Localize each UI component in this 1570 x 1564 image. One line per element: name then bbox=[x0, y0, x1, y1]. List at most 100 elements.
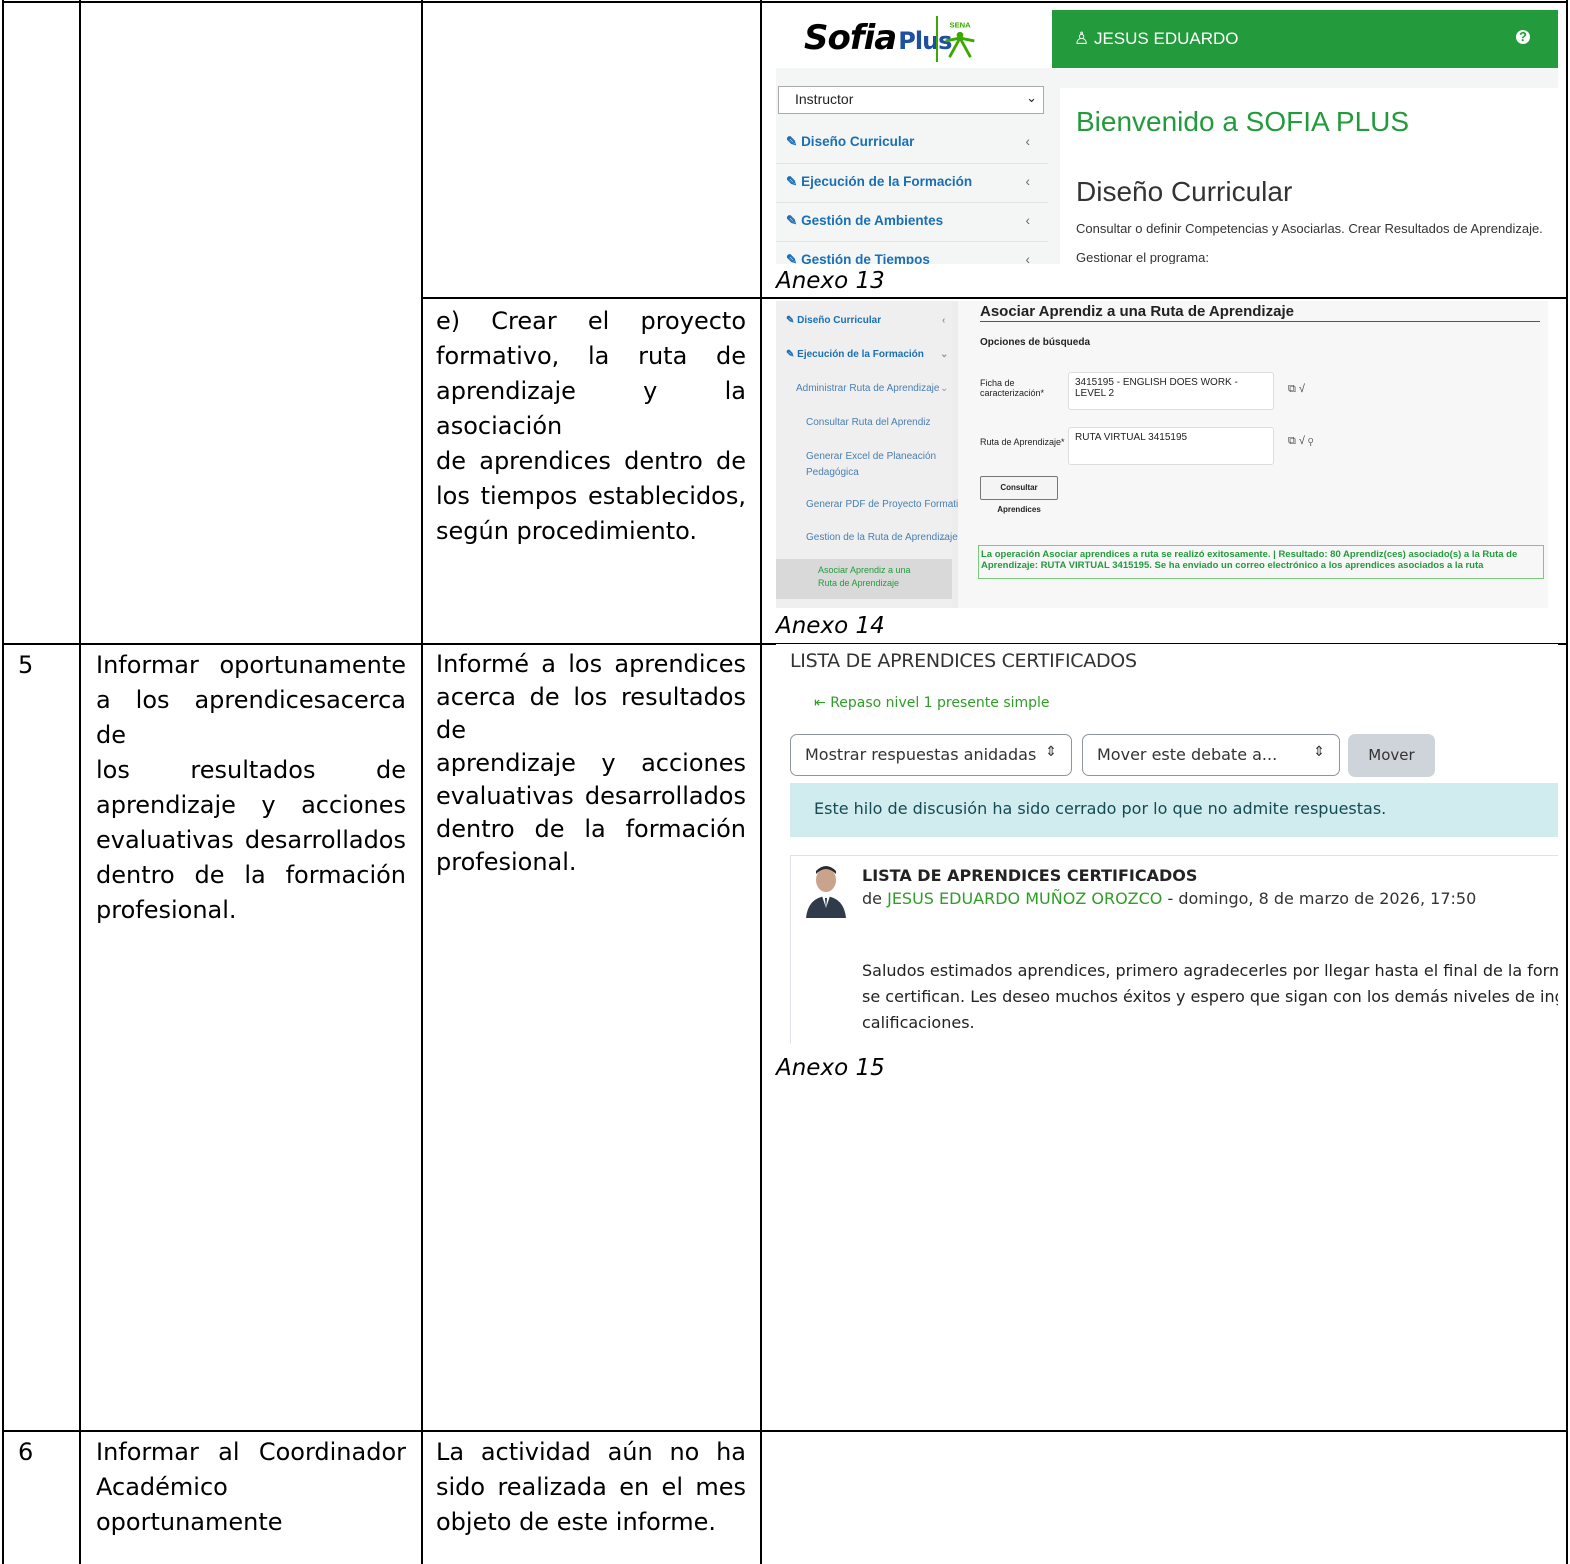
text-line: profesional. bbox=[436, 848, 577, 876]
anexo-13-screenshot: SofiaPlus SENA ♙ JESUS EDUARDO ? Instruc… bbox=[776, 10, 1558, 264]
chevron-left-icon: ‹ bbox=[1025, 213, 1031, 228]
display-mode-select[interactable]: Mostrar respuestas anidadas ⇕ bbox=[790, 734, 1072, 776]
role-select-value: Instructor bbox=[795, 91, 854, 107]
post-by-label: de bbox=[862, 889, 882, 908]
menu-item-ejecucion-formacion[interactable]: ✎ Ejecución de la Formación ‹ bbox=[776, 163, 1048, 201]
arrow-left-icon: ⇤ bbox=[814, 695, 831, 711]
sort-caret-icon: ⇕ bbox=[1045, 744, 1057, 760]
caption-anexo-15: Anexo 15 bbox=[776, 1055, 885, 1081]
help-icon[interactable]: ? bbox=[1516, 30, 1530, 44]
select-value: Mover este debate a... bbox=[1097, 745, 1278, 764]
text-line: La actividad aún no ha bbox=[436, 1438, 746, 1466]
post-author-link[interactable]: JESUS EDUARDO MUÑOZ OROZCO bbox=[887, 889, 1162, 908]
chevron-left-icon: ‹ bbox=[942, 315, 946, 326]
anexo-14-screenshot: ✎ Diseño Curricular ‹ ✎ Ejecución de la F… bbox=[776, 301, 1548, 608]
consultar-aprendices-button[interactable]: Consultar Aprendices bbox=[980, 476, 1058, 514]
table-col-divider-1 bbox=[79, 0, 81, 1564]
menu-item-label: Ejecución de la Formación bbox=[797, 349, 924, 360]
svg-text:SENA: SENA bbox=[949, 21, 971, 30]
text-line: Informar al Coordinador bbox=[96, 1438, 406, 1466]
menu-item-label: Ejecución de la Formación bbox=[801, 174, 973, 189]
search-icon[interactable]: ⚲ bbox=[1308, 435, 1313, 447]
menu-item-asociar-aprendiz-active[interactable]: Asociar Aprendiz a una Ruta de Aprendiza… bbox=[776, 559, 952, 599]
menu-item-generar-excel[interactable]: Generar Excel de Planeación Pedagógica bbox=[806, 449, 936, 481]
move-button[interactable]: Mover bbox=[1348, 734, 1435, 777]
sofia-plus-header-logo-area: SofiaPlus SENA bbox=[776, 10, 1052, 68]
edit-icon: ✎ bbox=[786, 213, 802, 228]
title-divider bbox=[980, 321, 1540, 322]
discussion-title: LISTA DE APRENDICES CERTIFICADOS bbox=[790, 650, 1137, 672]
subrow-divider bbox=[421, 297, 1568, 299]
menu-item-label: Consultar Ruta del Aprendiz bbox=[806, 417, 931, 428]
chevron-down-icon: ⌄ bbox=[940, 532, 949, 543]
text-line: objeto de este informe. bbox=[436, 1508, 717, 1536]
table-border-left bbox=[2, 0, 4, 1564]
sidebar: ✎ Diseño Curricular ‹ ✎ Ejecución de la F… bbox=[776, 301, 969, 608]
menu-item-generar-pdf[interactable]: Generar PDF de Proyecto Formativo bbox=[806, 499, 969, 510]
post-title: LISTA DE APRENDICES CERTIFICADOS bbox=[862, 866, 1198, 885]
menu-item-administrar-ruta[interactable]: Administrar Ruta de Aprendizaje ⌄ bbox=[796, 383, 948, 394]
text-line: aprendizaje y la asociación bbox=[436, 377, 746, 440]
menu-item-label: Generar Excel de Planeación bbox=[806, 451, 937, 462]
sena-logo-icon: SENA bbox=[936, 16, 975, 62]
menu-item-label: Diseño Curricular bbox=[801, 134, 915, 149]
ruta-label: Ruta de Aprendizaje* bbox=[980, 437, 1065, 447]
user-name[interactable]: ♙ JESUS EDUARDO bbox=[1074, 29, 1239, 49]
menu-item-consultar-ruta[interactable]: Consultar Ruta del Aprendiz bbox=[806, 417, 931, 428]
success-message: La operación Asociar aprendices a ruta s… bbox=[978, 545, 1544, 579]
text-line: Académico bbox=[96, 1473, 228, 1501]
row-5-activity: Informar oportunamente a los aprendicesa… bbox=[96, 648, 406, 928]
text-line: profesional. bbox=[96, 896, 237, 924]
post-body-line: calificaciones. bbox=[862, 1013, 975, 1032]
edit-icon: ✎ bbox=[786, 174, 802, 189]
main-content: Asociar Aprendiz a una Ruta de Aprendiza… bbox=[958, 301, 1548, 608]
menu-item-gestion-ambientes[interactable]: ✎ Gestión de Ambientes ‹ bbox=[776, 202, 1048, 240]
table-col-divider-3 bbox=[760, 0, 762, 1564]
menu-item-label: Gestión de Tiempos bbox=[801, 252, 930, 264]
text-line: Informar oportunamente bbox=[96, 651, 406, 679]
closed-thread-alert: Este hilo de discusión ha sido cerrado p… bbox=[790, 783, 1558, 837]
select-value: Mostrar respuestas anidadas bbox=[805, 745, 1037, 764]
menu-item-diseno-curricular[interactable]: ✎ Diseño Curricular ‹ bbox=[776, 124, 1048, 162]
table-border-right bbox=[1566, 0, 1568, 1564]
ruta-action-icons[interactable]: ⧉ √ ⚲ bbox=[1288, 435, 1313, 448]
table-top-border bbox=[2, 1, 1568, 3]
menu-item-label: Diseño Curricular bbox=[797, 315, 882, 326]
back-link-label: Repaso nivel 1 presente simple bbox=[830, 695, 1050, 711]
chevron-left-icon: ‹ bbox=[1025, 252, 1031, 264]
post-date: - domingo, 8 de marzo de 2026, 17:50 bbox=[1162, 889, 1477, 908]
ficha-label: Ficha de caracterización* bbox=[980, 378, 1044, 398]
chevron-down-icon: ⌄ bbox=[940, 383, 949, 394]
text-line: acerca de los resultados de bbox=[436, 683, 746, 744]
move-discussion-select[interactable]: Mover este debate a... ⇕ bbox=[1082, 734, 1340, 776]
role-select[interactable]: Instructor ⌄ bbox=[778, 86, 1044, 114]
avatar bbox=[806, 866, 846, 918]
table-col-divider-2 bbox=[421, 0, 423, 1564]
back-link[interactable]: ⇤ Repaso nivel 1 presente simple bbox=[814, 695, 1050, 711]
label-line: caracterización* bbox=[980, 388, 1045, 398]
row-6-activity: Informar al Coordinador Académico oportu… bbox=[96, 1435, 406, 1540]
ficha-input[interactable]: 3415195 - ENGLISH DOES WORK - LEVEL 2 bbox=[1068, 372, 1274, 410]
menu-item-label: Asociar Aprendiz a una Ruta de Aprendiza… bbox=[818, 565, 911, 588]
post-body-line: Saludos estimados aprendices, primero ag… bbox=[862, 961, 1558, 980]
sidebar: Instructor ⌄ ✎ Diseño Curricular ‹ ✎ Ejecu… bbox=[776, 68, 1048, 264]
text-line: aprendizaje y acciones bbox=[436, 749, 746, 777]
chevron-down-icon: ⌄ bbox=[940, 349, 949, 360]
user-name-text: JESUS EDUARDO bbox=[1093, 29, 1239, 48]
sort-caret-icon: ⇕ bbox=[1313, 744, 1325, 760]
ruta-input[interactable]: RUTA VIRTUAL 3415195 bbox=[1068, 427, 1274, 465]
section-description-2: Gestionar el programa: bbox=[1076, 250, 1209, 264]
sofia-plus-logo: SofiaPlus bbox=[804, 18, 952, 58]
edit-icon: ✎ bbox=[786, 134, 802, 149]
menu-item-ejecucion-formacion[interactable]: ✎ Ejecución de la Formación ⌄ bbox=[786, 349, 948, 360]
menu-item-gestion-ruta[interactable]: Gestion de la Ruta de Aprendizaje ⌄ bbox=[806, 532, 958, 543]
ficha-action-icons[interactable]: ⧉ √ bbox=[1288, 383, 1305, 396]
label-line: Ficha de bbox=[980, 378, 1015, 388]
menu-item-gestion-tiempos[interactable]: ✎ Gestión de Tiempos ‹ bbox=[776, 241, 1048, 264]
menu-item-diseno-curricular[interactable]: ✎ Diseño Curricular ‹ bbox=[786, 315, 945, 326]
text-line: de aprendices dentro de bbox=[436, 447, 746, 475]
menu-item-label: Pedagógica bbox=[806, 467, 859, 478]
activity-e-text: e) Crear el proyecto formativo, la ruta … bbox=[436, 304, 746, 549]
text-line: según procedimiento. bbox=[436, 517, 697, 545]
user-icon: ♙ bbox=[1074, 29, 1094, 48]
